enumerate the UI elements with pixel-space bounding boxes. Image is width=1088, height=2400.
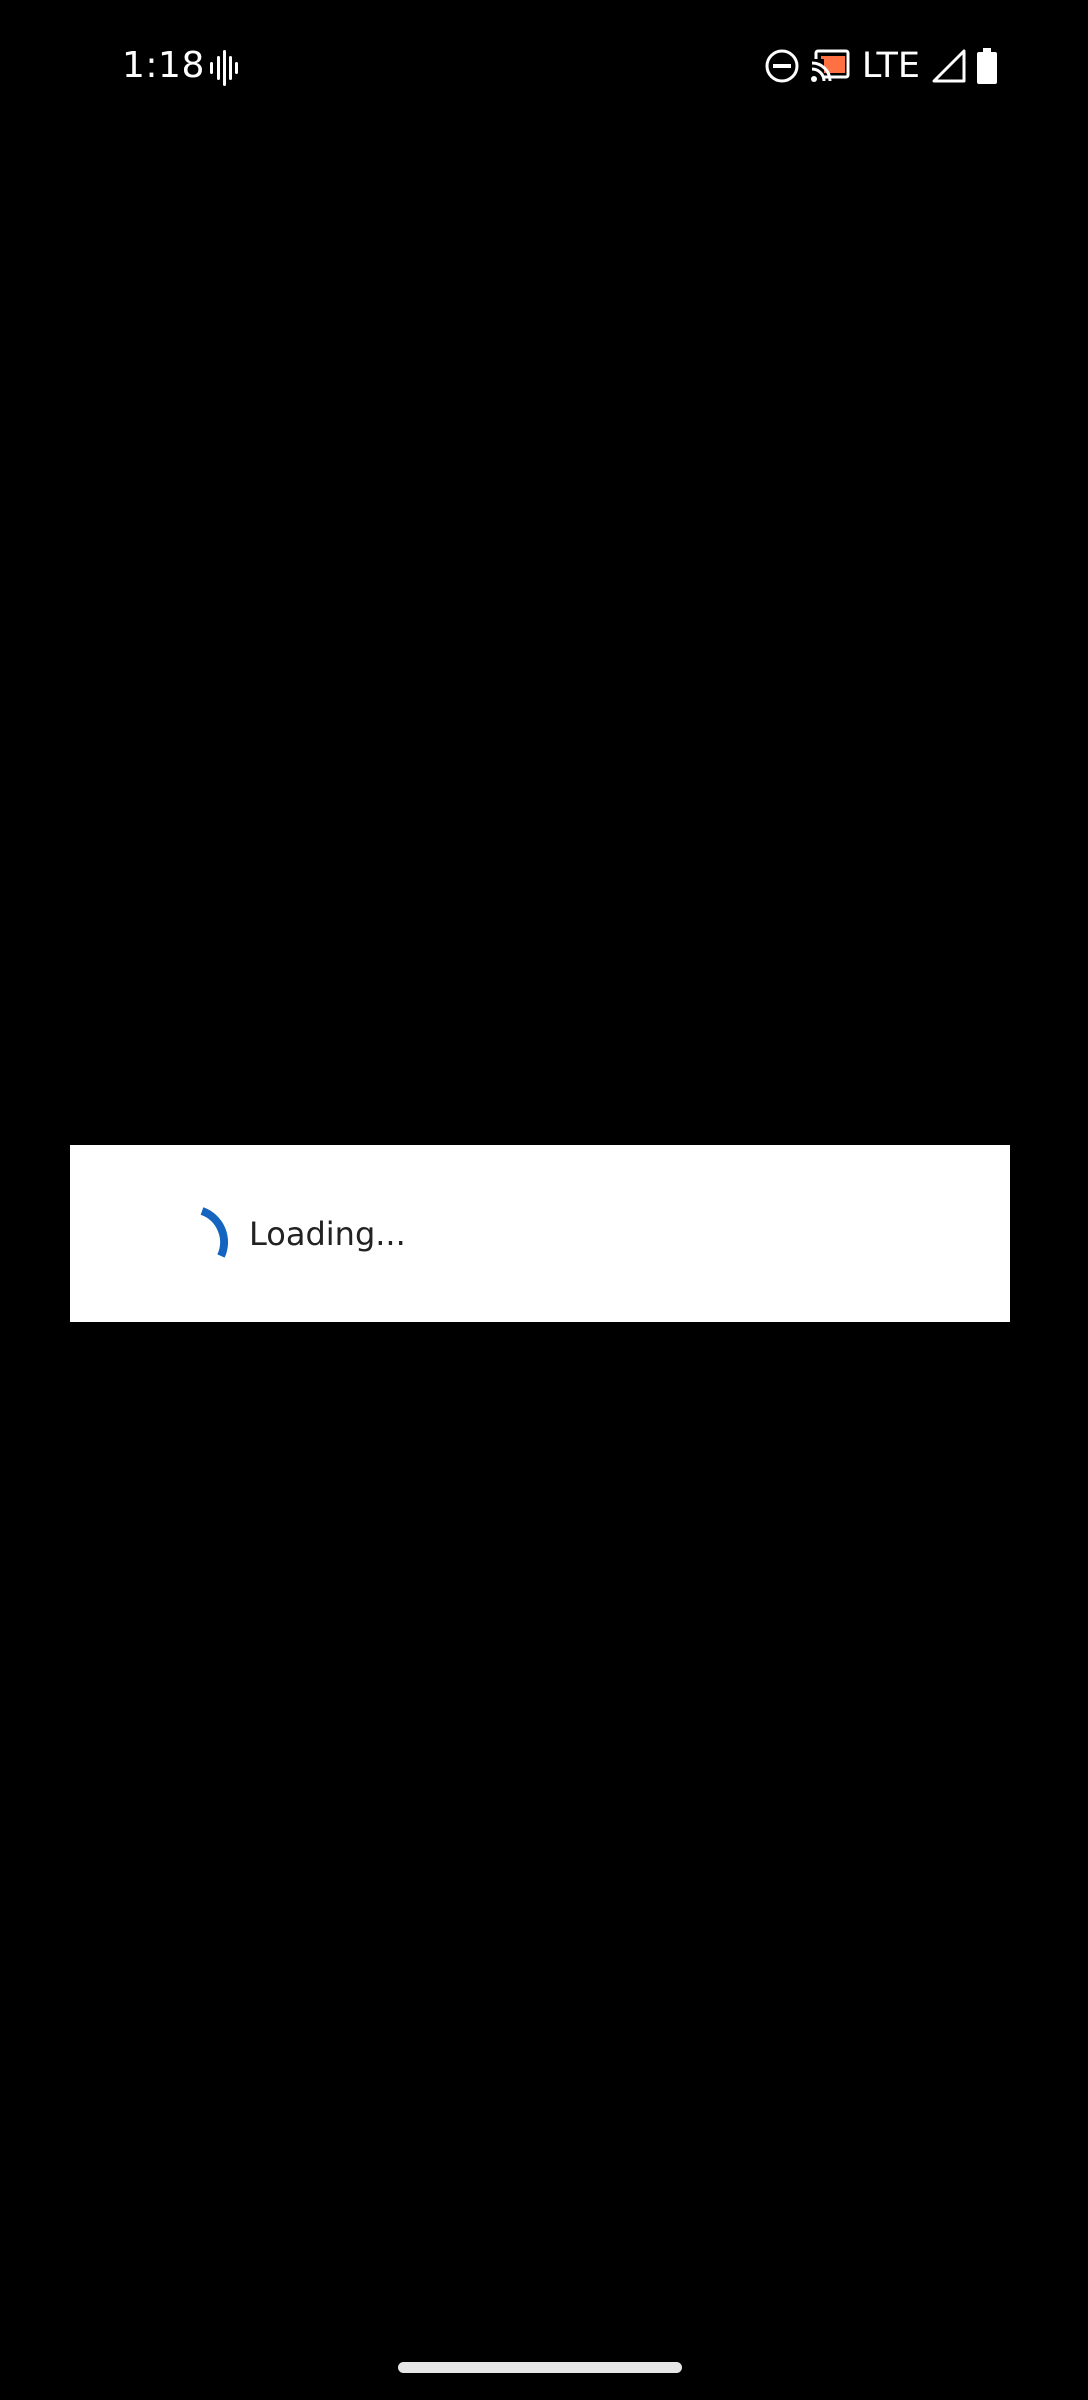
status-time: 1:18 <box>122 45 205 86</box>
cast-icon <box>809 49 850 83</box>
battery-icon <box>977 48 997 84</box>
app-screen: 1:18 LTE Loading... <box>0 0 1088 2400</box>
loading-dialog: Loading... <box>70 1145 1010 1322</box>
loading-message: Loading... <box>249 1215 406 1253</box>
do-not-disturb-icon <box>765 49 799 83</box>
sound-wave-icon <box>210 50 238 86</box>
status-bar: 1:18 LTE <box>0 0 1088 134</box>
signal-icon <box>932 49 966 83</box>
status-icons: LTE <box>764 44 998 88</box>
network-type: LTE <box>861 46 920 86</box>
gesture-navigation-handle[interactable] <box>398 2362 682 2373</box>
